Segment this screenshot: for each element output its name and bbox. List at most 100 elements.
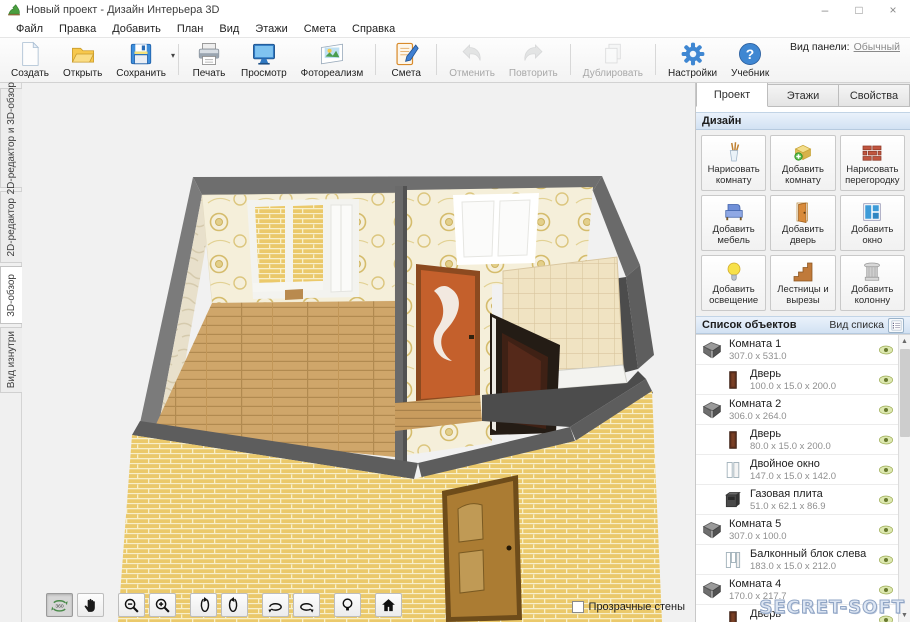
- balcony-item-icon: [723, 549, 743, 571]
- object-list-title: Список объектов: [702, 319, 796, 331]
- eye-icon[interactable]: [878, 344, 894, 356]
- object-list-scrollbar[interactable]: ▲ ▼: [898, 335, 910, 622]
- toolbar-button[interactable]: Печать ▾: [184, 39, 234, 80]
- object-list-item[interactable]: Комната 2 306.0 x 264.0: [696, 395, 898, 425]
- toolbar-buttons: Создать ▾ Открыть ▾ Сохранить ▾ Печать ▾…: [4, 39, 776, 80]
- menu-item[interactable]: Справка: [344, 22, 403, 36]
- design-tool-button[interactable]: Добавить колонну: [840, 255, 905, 311]
- transparent-walls-toggle[interactable]: Прозрачные стены: [572, 601, 685, 613]
- viewport-tool-button[interactable]: [77, 593, 104, 617]
- menu-item[interactable]: Файл: [8, 22, 51, 36]
- toolbar-button[interactable]: Настройки ▾: [661, 39, 724, 80]
- eye-icon[interactable]: [878, 464, 894, 476]
- eye-icon[interactable]: [878, 524, 894, 536]
- scrollbar-thumb[interactable]: [900, 349, 910, 437]
- object-list-item[interactable]: Балконный блок слева 183.0 x 15.0 x 212.…: [696, 545, 898, 575]
- photo-icon: [319, 41, 345, 67]
- eye-icon[interactable]: [878, 374, 894, 386]
- 3d-scene[interactable]: [22, 83, 695, 622]
- rotate-ccw-icon: [195, 597, 212, 614]
- list-view-icon[interactable]: [888, 318, 904, 333]
- object-list-item[interactable]: Газовая плита 51.0 x 62.1 x 86.9: [696, 485, 898, 515]
- panel-tab[interactable]: Проект: [696, 82, 768, 107]
- viewport-tool-button[interactable]: [149, 593, 176, 617]
- 3d-viewport[interactable]: 360 Прозрачные стены: [22, 83, 695, 622]
- object-list-item[interactable]: Дверь 80.0 x 15.0 x 200.0: [696, 605, 898, 622]
- viewport-tool-button[interactable]: 360: [46, 593, 73, 617]
- dropdown-arrow-icon[interactable]: ▾: [171, 51, 175, 60]
- panel-tab[interactable]: Свойства: [839, 84, 910, 107]
- toolbar-button[interactable]: Смета ▾: [381, 39, 431, 80]
- pan-hand-icon: [82, 597, 99, 614]
- home-icon: [380, 597, 397, 614]
- side-view-tab[interactable]: 3D-обзор: [0, 266, 22, 324]
- object-list-item[interactable]: Комната 5 307.0 x 100.0: [696, 515, 898, 545]
- object-list-item[interactable]: Комната 4 170.0 x 217.7: [696, 575, 898, 605]
- room-item-icon: [702, 399, 722, 421]
- menu-item[interactable]: Этажи: [247, 22, 295, 36]
- design-tool-button[interactable]: Добавить мебель: [701, 195, 766, 251]
- transparent-walls-checkbox[interactable]: [572, 601, 584, 613]
- design-tool-button[interactable]: Нарисовать перегородку: [840, 135, 905, 191]
- viewport-tool-button[interactable]: [334, 593, 361, 617]
- panel-view-setting: Вид панели:Обычный: [790, 41, 900, 53]
- object-list-item[interactable]: Комната 1 307.0 x 531.0: [696, 335, 898, 365]
- menu-item[interactable]: План: [169, 22, 212, 36]
- viewport-tool-button[interactable]: [221, 593, 248, 617]
- viewport-tool-button[interactable]: [375, 593, 402, 617]
- eye-icon[interactable]: [878, 614, 894, 622]
- side-view-tab[interactable]: 2D-редактор и 3D-обзор: [0, 88, 22, 188]
- eye-icon[interactable]: [878, 584, 894, 596]
- room-1-walls[interactable]: [202, 193, 395, 303]
- toolbar-button[interactable]: Дублировать ▾: [576, 39, 650, 80]
- menu-item[interactable]: Правка: [51, 22, 104, 36]
- design-tool-button[interactable]: Нарисовать комнату: [701, 135, 766, 191]
- panel-tab[interactable]: Этажи: [768, 84, 839, 107]
- transparent-walls-label: Прозрачные стены: [589, 601, 685, 613]
- toolbar-button[interactable]: Фотореализм ▾: [294, 39, 371, 80]
- object-size: 100.0 x 15.0 x 200.0: [750, 381, 836, 392]
- menu-item[interactable]: Смета: [296, 22, 344, 36]
- eye-icon[interactable]: [878, 434, 894, 446]
- object-list-header: Список объектов Вид списка: [696, 316, 910, 334]
- interior-door[interactable]: [416, 264, 480, 405]
- menu-item[interactable]: Вид: [211, 22, 247, 36]
- eye-icon[interactable]: [878, 554, 894, 566]
- scroll-up-icon[interactable]: ▲: [899, 335, 910, 348]
- toolbar-button[interactable]: Сохранить ▾: [109, 39, 173, 80]
- toolbar-button[interactable]: Просмотр ▾: [234, 39, 294, 80]
- stairs-icon: [791, 260, 815, 284]
- eye-icon[interactable]: [878, 404, 894, 416]
- design-tool-button[interactable]: Добавить дверь: [770, 195, 835, 251]
- object-list-item[interactable]: Дверь 100.0 x 15.0 x 200.0: [696, 365, 898, 395]
- menu-item[interactable]: Добавить: [104, 22, 169, 36]
- close-button[interactable]: ×: [876, 0, 910, 20]
- scroll-down-icon[interactable]: ▼: [899, 609, 910, 622]
- maximize-button[interactable]: □: [842, 0, 876, 20]
- toolbar-button[interactable]: Отменить ▾: [442, 39, 502, 80]
- panel-view-value-link[interactable]: Обычный: [854, 41, 900, 53]
- object-size: 307.0 x 100.0: [729, 531, 787, 542]
- design-tools-grid: Нарисовать комнату Добавить комнату Нари…: [696, 130, 910, 316]
- side-view-tab[interactable]: Вид изнутри: [0, 327, 22, 393]
- side-view-tab[interactable]: 2D-редактор: [0, 191, 22, 263]
- design-tool-button[interactable]: Добавить окно: [840, 195, 905, 251]
- design-tool-button[interactable]: Лестницы и вырезы: [770, 255, 835, 311]
- minimize-button[interactable]: –: [808, 0, 842, 20]
- design-tool-button[interactable]: Добавить освещение: [701, 255, 766, 311]
- viewport-tool-button[interactable]: [118, 593, 145, 617]
- entry-door[interactable]: [442, 475, 522, 622]
- object-list-item[interactable]: Дверь 80.0 x 15.0 x 200.0: [696, 425, 898, 455]
- object-list-item[interactable]: Двойное окно 147.0 x 15.0 x 142.0: [696, 455, 898, 485]
- add-room-icon: [791, 140, 815, 164]
- viewport-tool-button[interactable]: [190, 593, 217, 617]
- estimate-icon: [393, 41, 419, 67]
- toolbar-button[interactable]: Открыть ▾: [56, 39, 109, 80]
- eye-icon[interactable]: [878, 494, 894, 506]
- design-tool-button[interactable]: Добавить комнату: [770, 135, 835, 191]
- viewport-tool-button[interactable]: [262, 593, 289, 617]
- door-item-icon: [723, 369, 743, 391]
- viewport-tool-button[interactable]: [293, 593, 320, 617]
- toolbar-button[interactable]: Повторить ▾: [502, 39, 565, 80]
- toolbar-button[interactable]: ? Учебник ▾: [724, 39, 776, 80]
